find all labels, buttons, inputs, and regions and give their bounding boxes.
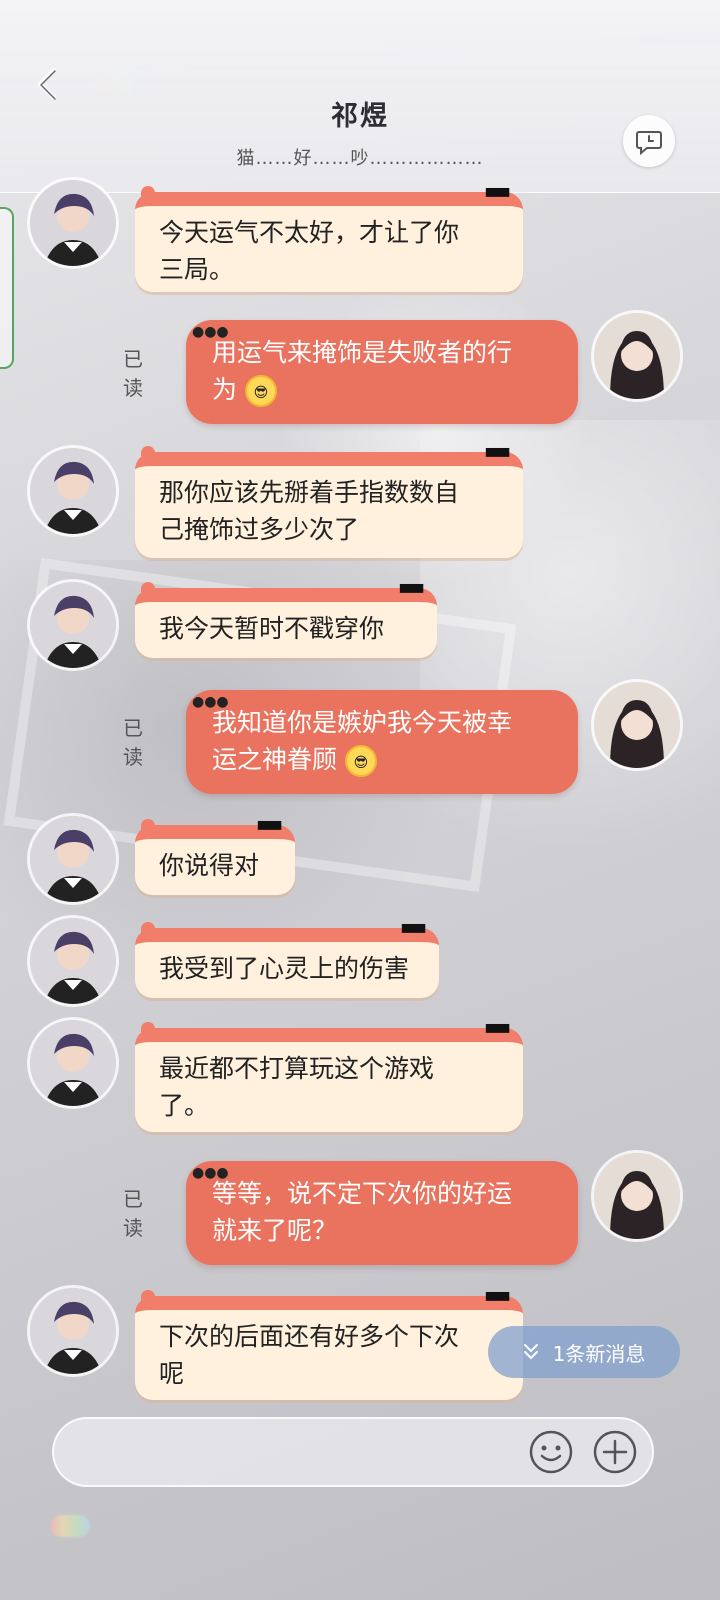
message-text-line: 最近都不打算玩这个游戏 (159, 1054, 435, 1083)
message-text-line: 我今天暂时不戳穿你 (159, 614, 385, 643)
message-text-line: 你说得对 (159, 851, 260, 880)
paw-icon: ●●● (192, 1165, 229, 1181)
sunglasses-icon: ▀▀ (399, 584, 423, 602)
message-bubble[interactable]: ●●● 用运气来掩饰是失败者的行 为 😎 (186, 320, 578, 424)
sunglasses-emoji-icon: 😎 (244, 375, 277, 407)
add-attachment-button[interactable] (592, 1429, 638, 1475)
sunglasses-emoji-icon: 😎 (344, 745, 377, 777)
message-text-line: 呢 (159, 1359, 185, 1388)
message-bubble[interactable]: ▀▀ 最近都不打算玩这个游戏 了。 (135, 1022, 523, 1132)
user-avatar[interactable] (594, 1153, 680, 1239)
message-bubble[interactable]: ▀▀ 你说得对 (135, 819, 295, 895)
message-bubble[interactable]: ●●● 我知道你是嫉妒我今天被幸 运之神眷顾 😎 (186, 690, 578, 794)
user-avatar[interactable] (594, 313, 680, 399)
smiley-face-icon (529, 1430, 573, 1474)
message-bubble[interactable]: ▀▀ 我今天暂时不戳穿你 (135, 582, 437, 658)
chat-header: 祁煜 猫……好……吵……………… (0, 0, 720, 193)
contact-avatar[interactable] (30, 582, 116, 668)
composer-bar (52, 1417, 654, 1487)
new-message-button[interactable]: 1条新消息 (488, 1326, 680, 1378)
read-receipt: 已读 (123, 347, 143, 400)
contact-avatar[interactable] (30, 448, 116, 534)
message-text-line: 今天运气不太好，才让了你 (159, 218, 460, 247)
sunglasses-icon: ▀▀ (485, 1024, 509, 1042)
chat-history-clock-icon (636, 131, 662, 156)
contact-avatar[interactable] (30, 1288, 116, 1374)
message-text-line: 己掩饰过多少次了 (159, 515, 360, 544)
message-bubble[interactable]: ▀▀ 那你应该先掰着手指数数自 己掩饰过多少次了 (135, 446, 523, 558)
chat-history-button[interactable] (623, 115, 675, 167)
paw-icon: ●●● (192, 324, 229, 340)
message-text-line: 三局。 (159, 255, 235, 284)
emoji-button[interactable] (528, 1429, 574, 1475)
sunglasses-icon: ▀▀ (401, 924, 425, 942)
message-text-line: 下次的后面还有好多个下次 (159, 1322, 460, 1351)
message-bubble[interactable]: ▀▀ 下次的后面还有好多个下次 呢 (135, 1290, 523, 1400)
paw-icon: ●●● (192, 694, 229, 710)
contact-avatar[interactable] (30, 1020, 116, 1106)
read-receipt: 已读 (123, 1187, 143, 1240)
message-text-line: 等等，说不定下次你的好运 (212, 1179, 513, 1208)
message-text-line: 我知道你是嫉妒我今天被幸 (212, 708, 513, 737)
new-message-label: 1条新消息 (552, 1341, 646, 1366)
contact-avatar[interactable] (30, 918, 116, 1004)
message-bubble[interactable]: ●●● 等等，说不定下次你的好运 就来了呢？ (186, 1161, 578, 1265)
contact-avatar[interactable] (30, 816, 116, 902)
contact-avatar[interactable] (30, 180, 116, 266)
message-text-line: 用运气来掩饰是失败者的行 (212, 338, 513, 367)
message-bubble[interactable]: ▀▀ 我受到了心灵上的伤害 (135, 922, 439, 998)
contact-status: 猫……好……吵……………… (236, 148, 484, 169)
message-text-line: 运之神眷顾 (212, 745, 338, 774)
plus-icon (593, 1430, 637, 1474)
sunglasses-icon: ▀▀ (257, 821, 281, 839)
message-input[interactable] (80, 1435, 514, 1473)
read-receipt: 已读 (123, 716, 143, 769)
message-text-line: 了。 (159, 1091, 210, 1120)
message-text-line: 我受到了心灵上的伤害 (159, 954, 410, 983)
message-text-line: 为 (212, 375, 238, 404)
sunglasses-icon: ▀▀ (485, 448, 509, 466)
sunglasses-icon: ▀▀ (485, 188, 509, 206)
message-text-line: 就来了呢？ (212, 1216, 338, 1245)
message-bubble[interactable]: ▀▀ 今天运气不太好，才让了你 三局。 (135, 186, 523, 292)
contact-name: 祁煜 (331, 101, 389, 132)
double-chevron-down-icon (523, 1344, 538, 1360)
user-avatar[interactable] (594, 682, 680, 768)
message-text-line: 那你应该先掰着手指数数自 (159, 478, 460, 507)
sunglasses-icon: ▀▀ (485, 1292, 509, 1310)
side-drawer-handle[interactable] (0, 207, 14, 369)
